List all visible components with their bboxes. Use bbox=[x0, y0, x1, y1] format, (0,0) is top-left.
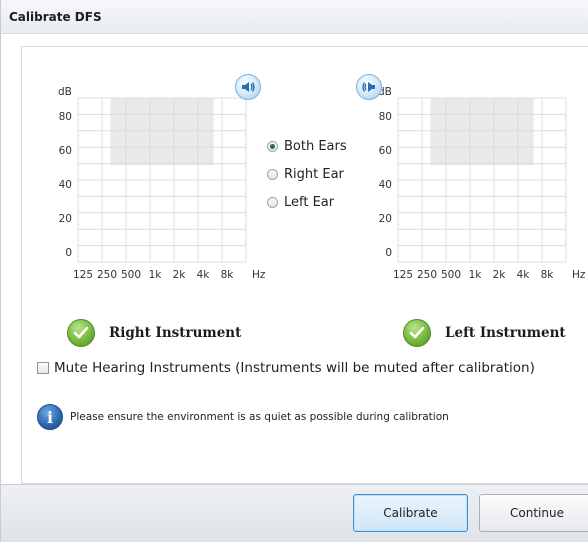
y-tick-label: 0 bbox=[385, 247, 392, 259]
calibrate-dfs-dialog: Calibrate DFS dB 80 60 40 20 0 125 250 500 1k 2k 4k… bbox=[0, 0, 588, 542]
x-tick-label: 125 bbox=[393, 269, 413, 281]
x-tick-label: 4k bbox=[197, 269, 211, 281]
left-ear-audiogram: dB 80 60 40 20 0 125 250 500 1k 2k 4k 8k Hz bbox=[371, 86, 586, 286]
calibrate-button[interactable]: Calibrate bbox=[353, 494, 468, 532]
speaker-left-icon[interactable] bbox=[356, 74, 382, 100]
ear-selection: Both Ears Right Ear Left Ear bbox=[267, 132, 347, 216]
audiogram-svg: dB806040200125 250 500 1k 2k 4k 8k Hz bbox=[378, 86, 586, 281]
x-tick-label: 4k bbox=[517, 269, 531, 281]
radio-label: Right Ear bbox=[284, 166, 344, 182]
radio-left-ear[interactable]: Left Ear bbox=[267, 188, 347, 216]
y-axis-unit: dB bbox=[58, 86, 72, 98]
speaker-right-icon[interactable] bbox=[235, 74, 261, 100]
right-instrument-label: Right Instrument bbox=[109, 325, 242, 341]
radio-label: Both Ears bbox=[284, 138, 347, 154]
radio-button[interactable] bbox=[267, 168, 278, 180]
y-tick-label: 80 bbox=[379, 111, 392, 123]
x-axis-unit: Hz bbox=[252, 269, 266, 281]
mute-checkbox[interactable] bbox=[37, 362, 49, 374]
x-tick-label: 8k bbox=[221, 269, 235, 281]
left-instrument-status: Left Instrument bbox=[403, 319, 566, 347]
x-tick-label: 500 bbox=[121, 269, 141, 281]
y-tick-label: 80 bbox=[59, 111, 72, 123]
audiogram-svg: dB 80 60 40 20 0125 250 500 1k 2k 4k 8k Hz bbox=[58, 86, 266, 281]
y-tick-label: 60 bbox=[59, 145, 72, 157]
x-tick-label: 1k bbox=[149, 269, 163, 281]
left-instrument-label: Left Instrument bbox=[445, 325, 566, 341]
check-icon bbox=[403, 319, 431, 347]
x-tick-label: 2k bbox=[173, 269, 187, 281]
continue-button[interactable]: Continue bbox=[479, 494, 588, 532]
y-tick-label: 0 bbox=[65, 247, 72, 259]
window-title: Calibrate DFS bbox=[9, 10, 102, 24]
x-tick-label: 250 bbox=[417, 269, 437, 281]
x-tick-label: 2k bbox=[493, 269, 507, 281]
check-icon bbox=[67, 319, 95, 347]
title-bar: Calibrate DFS bbox=[1, 0, 588, 34]
radio-label: Left Ear bbox=[284, 194, 335, 210]
x-tick-label: 1k bbox=[469, 269, 483, 281]
mute-label: Mute Hearing Instruments (Instruments wi… bbox=[54, 360, 535, 376]
y-tick-label: 20 bbox=[379, 213, 392, 225]
radio-button[interactable] bbox=[267, 196, 278, 208]
radio-both-ears[interactable]: Both Ears bbox=[267, 132, 347, 160]
mute-instruments-option[interactable]: Mute Hearing Instruments (Instruments wi… bbox=[37, 360, 535, 376]
x-tick-label: 125 bbox=[73, 269, 93, 281]
y-tick-label: 40 bbox=[59, 179, 72, 191]
info-message: i Please ensure the environment is as qu… bbox=[37, 404, 449, 430]
x-tick-label: 250 bbox=[97, 269, 117, 281]
info-icon: i bbox=[37, 404, 63, 430]
y-tick-label: 40 bbox=[379, 179, 392, 191]
y-tick-label: 60 bbox=[379, 145, 392, 157]
x-tick-label: 8k bbox=[541, 269, 555, 281]
radio-button[interactable] bbox=[267, 140, 278, 152]
x-tick-label: 500 bbox=[441, 269, 461, 281]
y-tick-label: 20 bbox=[59, 213, 72, 225]
right-instrument-status: Right Instrument bbox=[67, 319, 241, 347]
right-ear-audiogram: dB 80 60 40 20 0 125 250 500 1k 2k 4k 8k Hz bbox=[51, 86, 266, 286]
info-text: Please ensure the environment is as quie… bbox=[70, 411, 449, 423]
x-axis-unit: Hz bbox=[572, 269, 586, 281]
radio-right-ear[interactable]: Right Ear bbox=[267, 160, 347, 188]
